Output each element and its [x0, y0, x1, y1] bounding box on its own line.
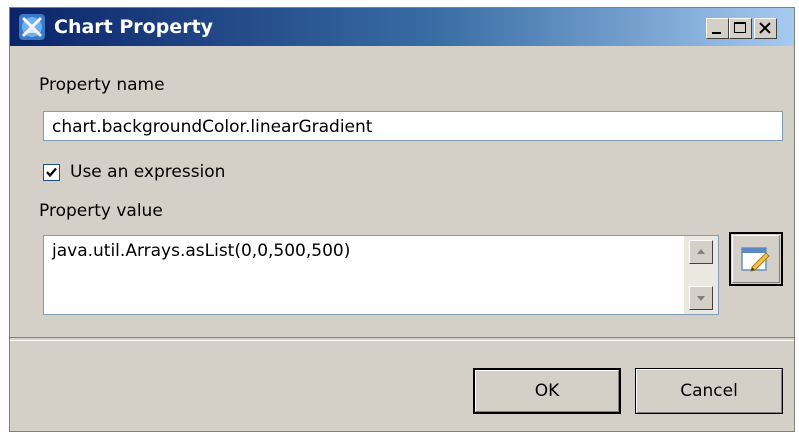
cancel-button[interactable]: Cancel	[635, 368, 783, 414]
close-button[interactable]	[754, 18, 777, 39]
vertical-scrollbar[interactable]	[684, 236, 718, 314]
minimize-button[interactable]	[706, 18, 729, 39]
cancel-button-label: Cancel	[680, 381, 738, 401]
property-name-label: Property name	[39, 75, 165, 95]
minimize-icon	[712, 32, 721, 34]
expression-editor-button[interactable]	[729, 232, 783, 286]
title-bar[interactable]: Chart Property	[10, 8, 794, 46]
ok-button-label: OK	[534, 381, 560, 401]
chart-property-dialog: Chart Property Property name Use an expr…	[9, 7, 795, 432]
arrow-down-icon	[697, 296, 705, 301]
window-title: Chart Property	[54, 16, 214, 38]
scroll-up-button[interactable]	[689, 240, 713, 264]
app-icon	[18, 13, 46, 41]
separator	[10, 337, 794, 341]
scroll-down-button[interactable]	[689, 286, 713, 310]
maximize-icon	[734, 22, 746, 33]
use-expression-label[interactable]: Use an expression	[70, 162, 225, 182]
property-value-label: Property value	[39, 201, 163, 221]
edit-expression-icon	[741, 247, 770, 272]
maximize-button[interactable]	[729, 18, 752, 39]
arrow-up-icon	[697, 249, 705, 254]
property-name-input[interactable]	[43, 111, 783, 141]
property-value-text[interactable]: java.util.Arrays.asList(0,0,500,500)	[52, 240, 350, 262]
checkmark-icon	[46, 167, 57, 178]
property-value-textarea[interactable]: java.util.Arrays.asList(0,0,500,500)	[43, 235, 719, 315]
close-icon	[759, 22, 771, 34]
use-expression-checkbox[interactable]	[43, 164, 60, 181]
ok-button[interactable]: OK	[473, 368, 621, 414]
